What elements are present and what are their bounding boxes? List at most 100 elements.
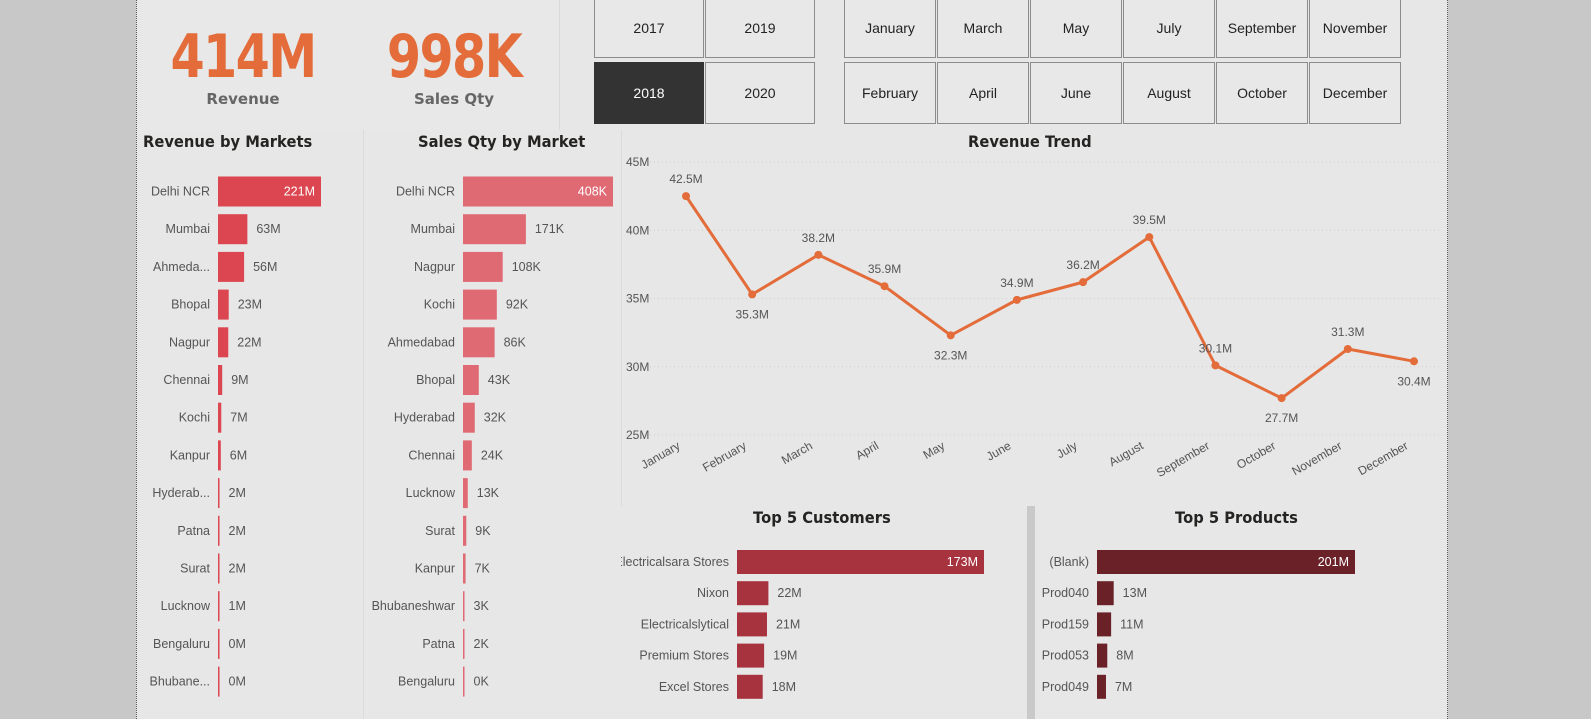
month-option-june[interactable]: June [1030,62,1122,124]
month-option-february[interactable]: February [844,62,936,124]
category-label: Prod049 [1042,680,1089,694]
bar[interactable] [463,440,472,471]
bar[interactable] [463,628,465,659]
data-label: 6M [230,448,247,462]
kpi-revenue-label: Revenue [206,90,280,108]
data-point[interactable] [1211,361,1220,370]
bar[interactable] [737,612,767,637]
bar[interactable] [1097,674,1106,699]
category-label: Lucknow [161,599,211,613]
bar[interactable] [218,666,220,697]
year-option-2017[interactable]: 2017 [594,0,704,58]
month-option-april[interactable]: April [937,62,1029,124]
data-point[interactable] [748,290,757,299]
bar[interactable] [463,289,497,320]
bar[interactable] [218,214,248,245]
category-label: (Blank) [1049,555,1089,569]
data-point[interactable] [946,331,955,340]
bar[interactable] [218,628,220,659]
category-label: Bhopal [416,373,455,387]
bar[interactable] [463,478,468,509]
data-point[interactable] [1145,233,1154,242]
data-label: 56M [253,260,277,274]
data-label: 63M [256,222,280,236]
bar[interactable] [218,591,220,622]
bar[interactable] [463,327,495,358]
y-tick-label: 25M [626,428,649,442]
bar[interactable] [463,365,479,395]
data-label: 19M [773,649,797,663]
sales-qty-by-market-panel: Sales Qty by Market Delhi NCR 408K Mumbai 1… [363,130,622,719]
category-label: Bhubaneshwar [372,599,455,613]
month-option-september[interactable]: September [1216,0,1308,58]
data-label: 13M [1123,586,1147,600]
bar[interactable] [218,402,222,433]
data-point[interactable] [1410,357,1418,366]
data-point[interactable] [1079,278,1088,287]
data-label: 36.2M [1066,258,1099,272]
bar[interactable] [1097,612,1112,637]
data-label: 22M [237,335,261,349]
bar[interactable] [463,515,467,546]
month-option-january[interactable]: January [844,0,936,58]
bar[interactable] [737,643,765,668]
bar[interactable] [1097,643,1108,668]
bar[interactable] [463,251,503,282]
data-label: 9M [231,373,248,387]
bar[interactable] [463,666,465,697]
data-label: 42.5M [669,172,702,186]
data-label: 7M [1115,680,1132,694]
data-point[interactable] [814,250,823,259]
x-tick-label: June [984,438,1014,463]
bar[interactable] [218,289,229,320]
bar[interactable] [737,581,769,606]
month-option-may[interactable]: May [1030,0,1122,58]
bar[interactable] [737,674,763,699]
year-option-2020[interactable]: 2020 [705,62,815,124]
bar[interactable] [218,515,220,546]
year-option-2019[interactable]: 2019 [705,0,815,58]
month-option-october[interactable]: October [1216,62,1308,124]
bar[interactable] [463,553,466,584]
year-option-2018[interactable]: 2018 [594,62,704,124]
bar[interactable] [218,365,223,395]
revenue-trend-panel: Revenue Trend 45M 40M 35M 30M 25M 42.5M Januar… [621,130,1447,507]
bar[interactable] [218,251,245,282]
y-tick-label: 45M [626,155,649,169]
month-option-december[interactable]: December [1309,62,1401,124]
data-label: 11M [1120,617,1143,631]
data-label: 1M [229,599,246,613]
data-label: 2M [229,562,246,576]
month-option-august[interactable]: August [1123,62,1215,124]
data-point[interactable] [1277,394,1286,403]
data-point[interactable] [1343,345,1352,354]
data-point[interactable] [1012,295,1021,304]
data-point[interactable] [880,282,889,291]
bar[interactable] [1097,581,1114,606]
category-label: Surat [425,524,455,538]
category-label: Chennai [408,448,455,462]
top-customers-panel: Top 5 Customers Electricalsara Stores 173… [621,506,1027,719]
category-label: Surat [180,562,210,576]
kpi-card-revenue: 414M Revenue [137,0,350,130]
data-label: 2K [474,637,490,651]
category-label: Premium Stores [639,649,729,663]
data-point[interactable] [682,192,690,201]
month-option-july[interactable]: July [1123,0,1215,58]
bar[interactable] [463,591,465,622]
bar[interactable] [218,478,220,509]
month-option-march[interactable]: March [937,0,1029,58]
bar[interactable] [218,440,221,471]
revenue-trend-chart: 45M 40M 35M 30M 25M 42.5M January 35.3M February… [626,155,1442,480]
bar[interactable] [463,214,526,245]
revenue-by-markets-chart: Delhi NCR 221M Mumbai 63M Ahmeda... 56M Bhopal… [150,176,321,697]
month-option-november[interactable]: November [1309,0,1401,58]
category-label: Bengaluru [398,675,455,689]
data-label: 221M [284,185,315,199]
data-label: 86K [504,335,527,349]
bar[interactable] [1097,550,1355,574]
data-label: 173M [947,555,978,569]
bar[interactable] [218,553,220,584]
bar[interactable] [463,402,475,433]
bar[interactable] [218,327,229,358]
